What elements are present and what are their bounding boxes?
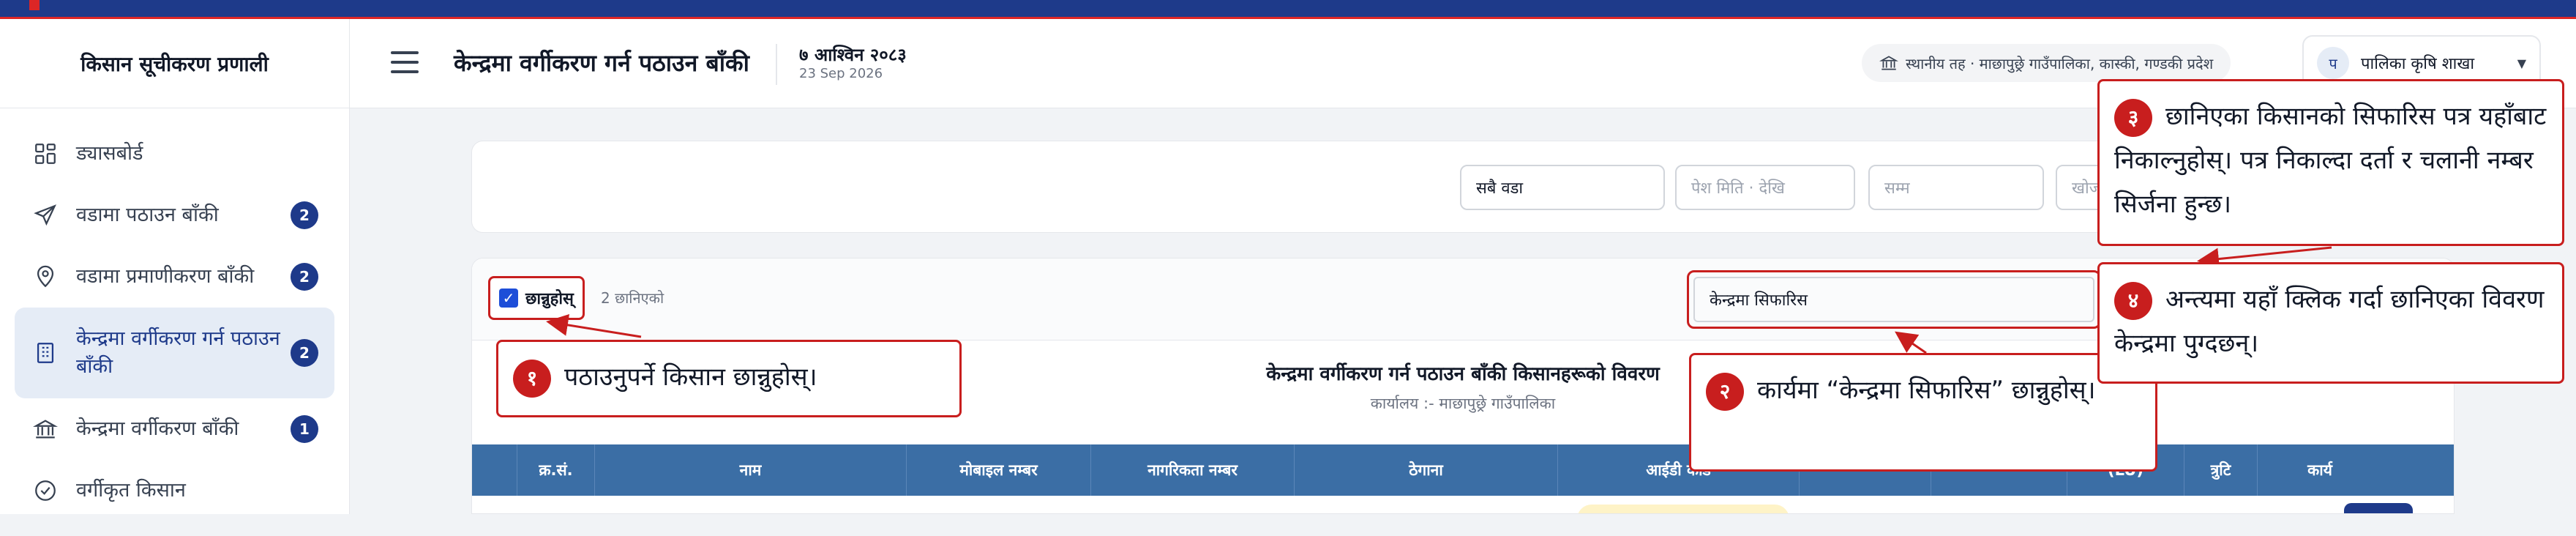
callout-step-2: २ कार्यमा “केन्द्रमा सिफारिस” छान्नुहोस्। xyxy=(1689,353,2157,472)
sidebar-nav: ड्यासबोर्ड वडामा पठाउन बाँकी 2 वडामा प्र… xyxy=(0,108,349,536)
ward-select[interactable]: सबै वडा xyxy=(1460,165,1665,210)
callout-text: कार्यमा “केन्द्रमा सिफारिस” छान्नुहोस्। xyxy=(1757,376,2096,405)
column-header: नाम xyxy=(595,444,907,496)
column-header: ठेगाना xyxy=(1295,444,1558,496)
callout-step-4: ४ अन्त्यमा यहाँ क्लिक गर्दा छानिएका विवरण… xyxy=(2097,262,2564,384)
menu-icon[interactable] xyxy=(391,51,419,73)
sidebar-item-label: वडामा पठाउन बाँकी xyxy=(76,204,219,226)
checkmark-icon: ✓ xyxy=(499,289,518,308)
date-english: 23 Sep 2026 xyxy=(799,66,883,81)
sidebar-item-label: वर्गीकृत किसान xyxy=(76,479,186,502)
sidebar-item-dashboard[interactable]: ड्यासबोर्ड xyxy=(15,123,334,185)
sidebar-item-label: ड्यासबोर्ड xyxy=(76,142,143,165)
government-top-bar xyxy=(0,0,2576,19)
avatar: प xyxy=(2317,47,2349,79)
table-row xyxy=(472,496,2454,513)
building-icon xyxy=(31,338,60,368)
sidebar-item-ward-verify-pending[interactable]: वडामा प्रमाणीकरण बाँकी 2 xyxy=(15,246,334,308)
count-badge: 2 xyxy=(291,339,318,367)
sidebar-item-ward-send-pending[interactable]: वडामा पठाउन बाँकी 2 xyxy=(15,185,334,246)
selected-count: 2 छानिएको xyxy=(601,289,664,307)
date-nepali: ७ आश्विन २०८३ xyxy=(799,45,907,65)
callout-text: छानिएका किसानको सिफारिस पत्र यहाँबाट निक… xyxy=(2114,102,2547,219)
column-header xyxy=(472,444,517,496)
sidebar-item-center-send-pending[interactable]: केन्द्रमा वर्गीकरण गर्न पठाउन बाँकी 2 xyxy=(15,308,334,398)
count-badge: 2 xyxy=(291,263,318,291)
callout-text: अन्त्यमा यहाँ क्लिक गर्दा छानिएका विवरण … xyxy=(2114,285,2545,358)
date-from-input[interactable]: पेश मिति · देखि xyxy=(1675,165,1855,210)
grid-icon xyxy=(31,139,60,168)
divider xyxy=(776,44,777,85)
column-header: नागरिकता नम्बर xyxy=(1091,444,1295,496)
callout-step-3: ३ छानिएका किसानको सिफारिस पत्र यहाँबाट नि… xyxy=(2097,79,2564,246)
sidebar-item-label: केन्द्रमा वर्गीकरण गर्न पठाउन बाँकी xyxy=(76,327,280,378)
bank-icon xyxy=(31,414,60,444)
sidebar: किसान सूचीकरण प्रणाली ड्यासबोर्ड वडामा प… xyxy=(0,19,350,514)
status-badge xyxy=(1577,505,1789,513)
step-number: ३ xyxy=(2114,98,2152,137)
select-all-checkbox[interactable]: ✓ छान्नुहोस् xyxy=(488,276,585,320)
callout-text: पठाउनुपर्ने किसान छान्नुहोस्। xyxy=(564,362,817,392)
check-circle-icon xyxy=(31,476,60,505)
column-header: क्र.सं. xyxy=(517,444,595,496)
column-header: मोबाइल नम्बर xyxy=(907,444,1091,496)
send-icon xyxy=(31,201,60,230)
step-number: २ xyxy=(1706,372,1744,411)
sidebar-item-label: वडामा प्रमाणीकरण बाँकी xyxy=(76,265,255,288)
location-text: स्थानीय तह · माछापुछ्रे गाउँपालिका, कास्… xyxy=(1906,54,2214,72)
select-all-label: छान्नुहोस् xyxy=(525,290,574,308)
sidebar-item-classified-farmers[interactable]: वर्गीकृत किसान xyxy=(15,460,334,521)
row-action-button[interactable] xyxy=(2344,503,2413,513)
date-to-input[interactable]: सम्म xyxy=(1868,165,2044,210)
page-title: केन्द्रमा वर्गीकरण गर्न पठाउन बाँकी xyxy=(454,49,749,77)
sidebar-item-label: केन्द्रमा वर्गीकरण बाँकी xyxy=(76,417,239,440)
chevron-down-icon: ▼ xyxy=(2517,56,2526,70)
action-select-value: केन्द्रमा सिफारिस xyxy=(1693,277,2094,322)
callout-step-1: १ पठाउनुपर्ने किसान छान्नुहोस्। xyxy=(496,340,962,417)
user-name: पालिका कृषि शाखा xyxy=(2361,55,2475,73)
count-badge: 2 xyxy=(291,201,318,229)
step-number: १ xyxy=(513,359,551,398)
location-pin-icon xyxy=(31,262,60,291)
bank-icon xyxy=(1879,53,1899,72)
column-header: त्रुटि xyxy=(2184,444,2258,496)
step-number: ४ xyxy=(2114,281,2152,320)
app-brand: किसान सूचीकरण प्रणाली xyxy=(0,19,349,108)
action-select[interactable]: केन्द्रमा सिफारिस xyxy=(1687,270,2101,329)
emblem-icon xyxy=(29,0,40,10)
count-badge: 1 xyxy=(291,415,318,443)
location-pill: स्थानीय तह · माछापुछ्रे गाउँपालिका, कास्… xyxy=(1862,44,2231,82)
column-header: कार्य xyxy=(2307,461,2332,479)
sidebar-item-center-classify-pending[interactable]: केन्द्रमा वर्गीकरण बाँकी 1 xyxy=(15,398,334,460)
